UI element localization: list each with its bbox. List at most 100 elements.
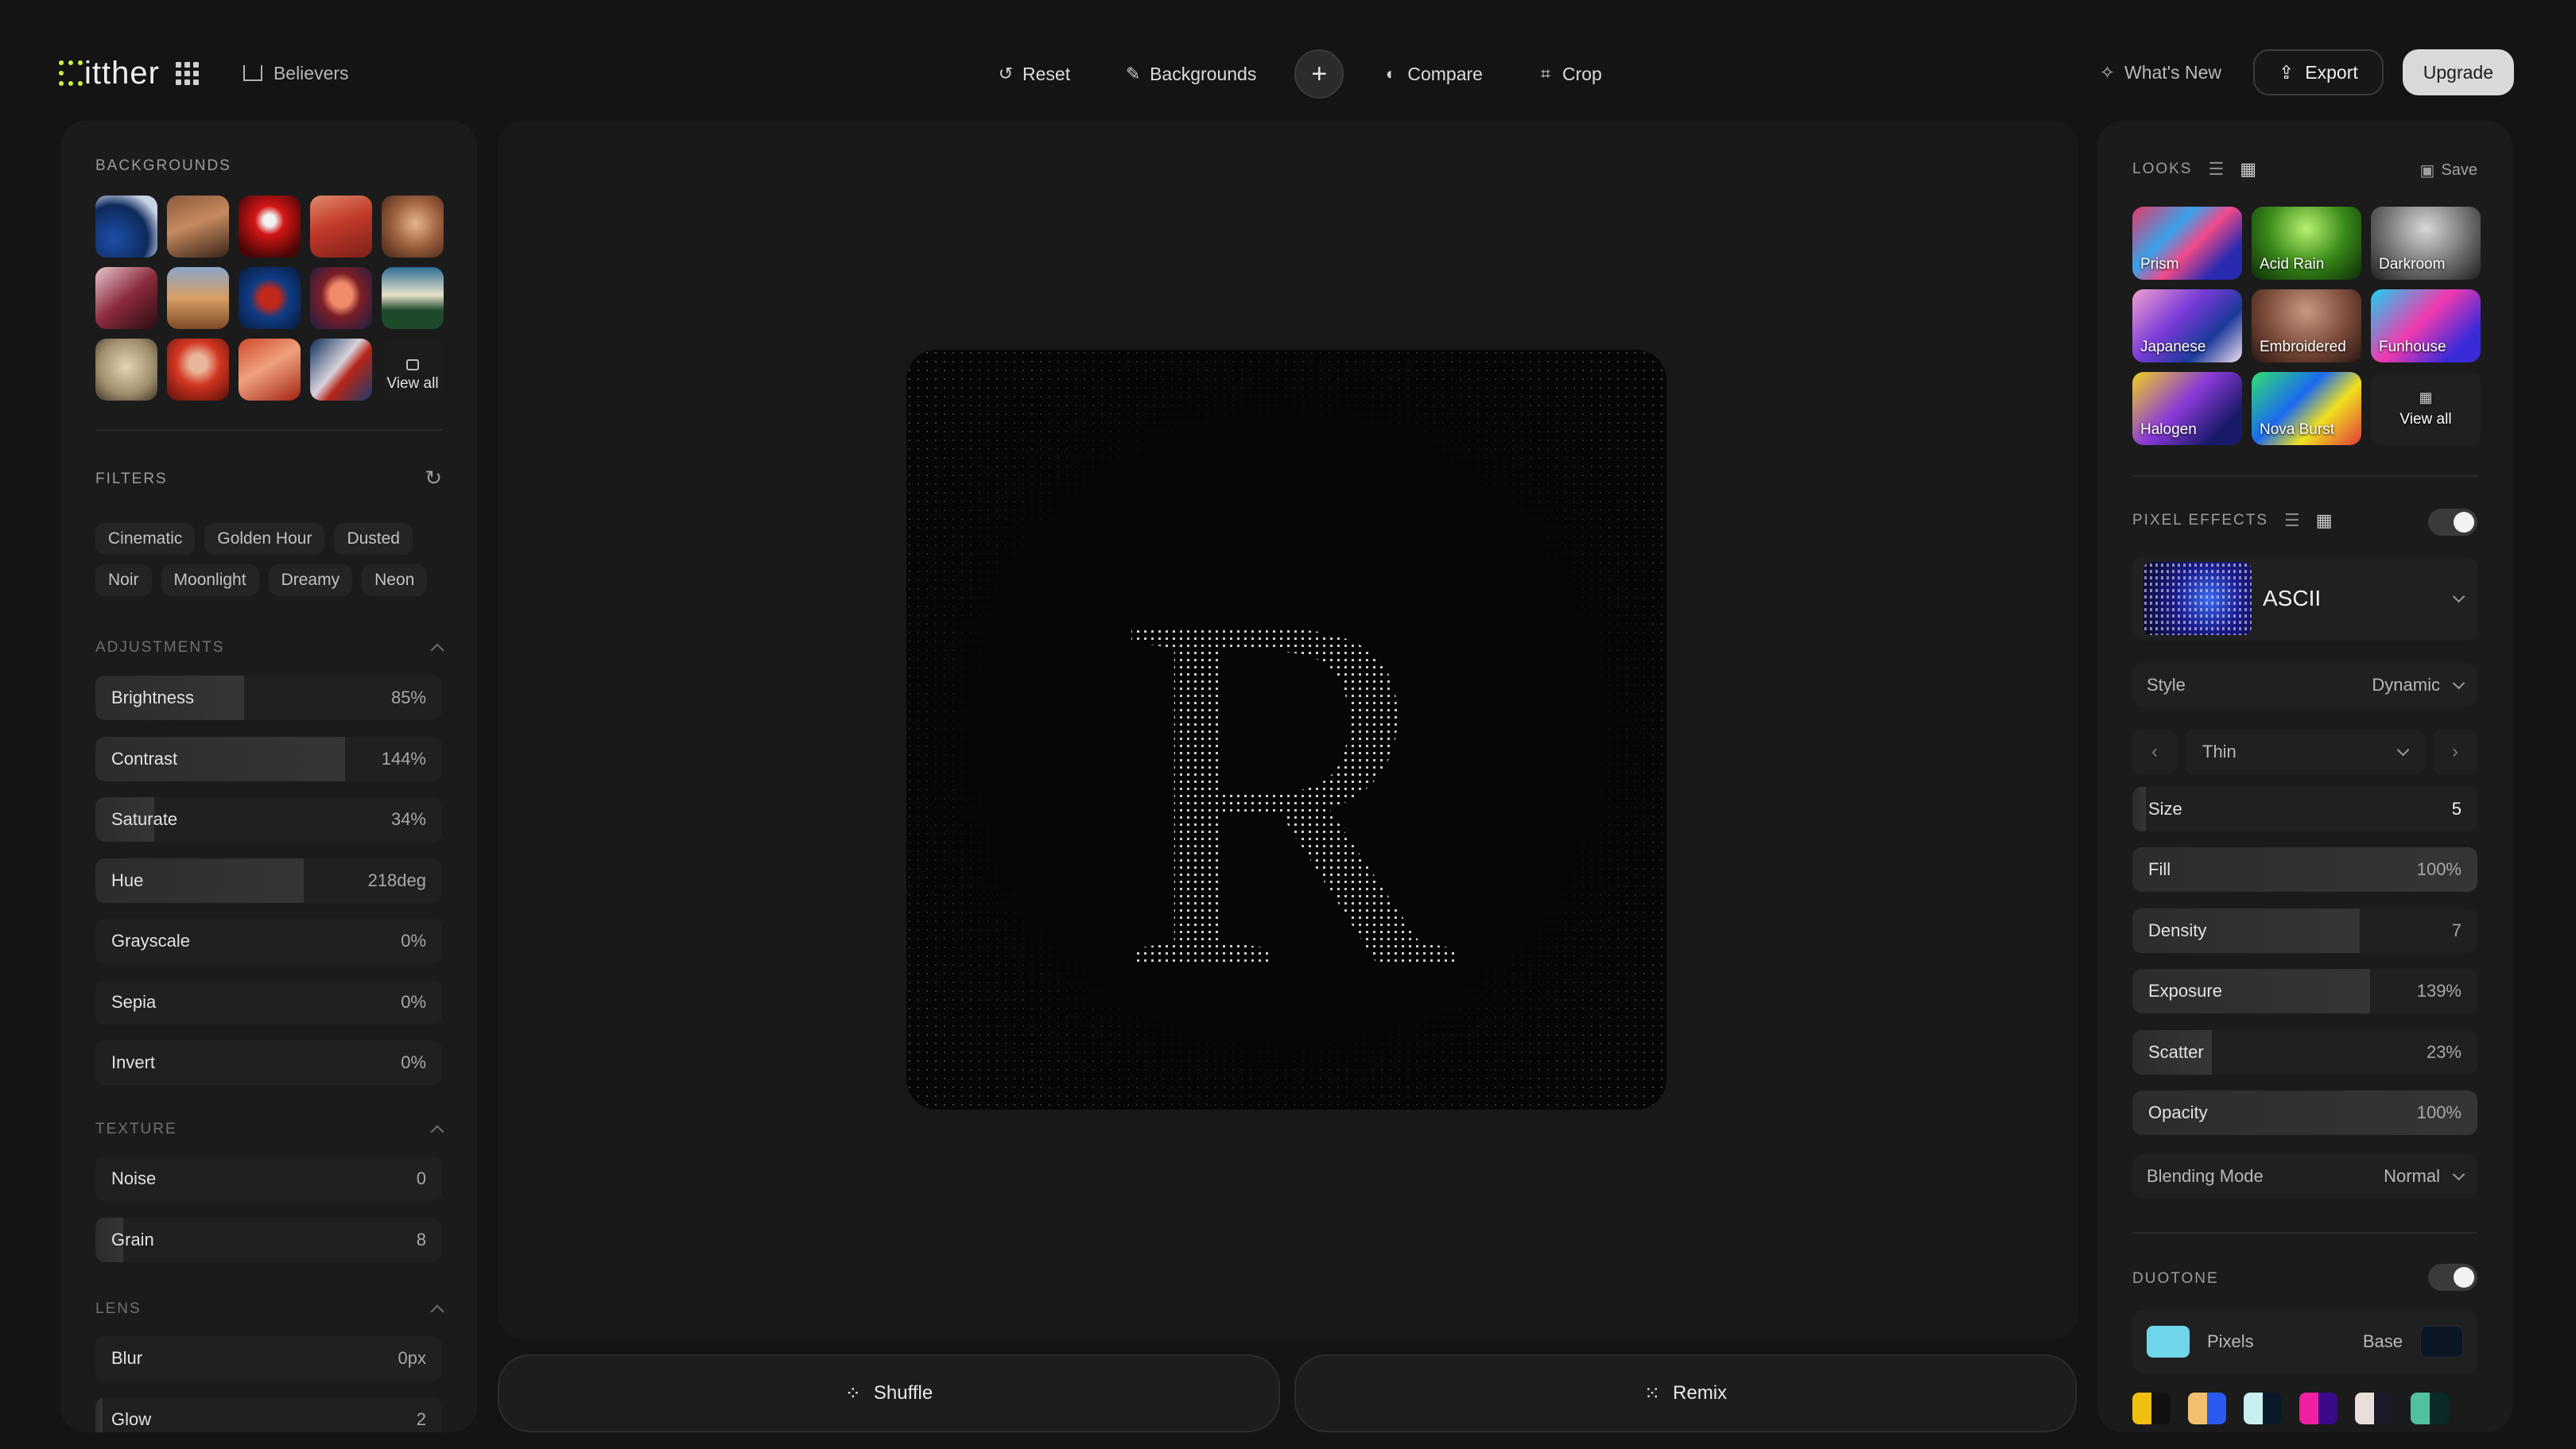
- slider-value: 0%: [401, 931, 426, 951]
- background-thumb[interactable]: [167, 196, 229, 258]
- exposure-slider[interactable]: Exposure 139%: [2132, 969, 2477, 1013]
- ascii-artwork[interactable]: R: [906, 350, 1666, 1110]
- background-thumb[interactable]: [382, 267, 444, 329]
- brightness-slider[interactable]: Brightness 85%: [95, 676, 442, 720]
- background-thumb[interactable]: [239, 267, 301, 329]
- filter-chip[interactable]: Golden Hour: [204, 523, 325, 555]
- look-card[interactable]: Acid Rain: [2252, 207, 2361, 280]
- next-weight-button[interactable]: ›: [2433, 730, 2477, 774]
- duotone-preset[interactable]: [2355, 1393, 2393, 1424]
- list-view-icon[interactable]: ☰: [2208, 159, 2224, 180]
- list-view-icon[interactable]: ☰: [2284, 510, 2300, 531]
- reset-filters-icon[interactable]: ↻: [425, 466, 442, 490]
- grain-slider[interactable]: Grain 8: [95, 1218, 442, 1262]
- chevron-up-icon: [430, 1125, 444, 1139]
- saturate-slider[interactable]: Saturate 34%: [95, 797, 442, 842]
- slider-label: Contrast: [111, 749, 178, 769]
- grid-view-icon[interactable]: ▦: [2316, 510, 2333, 531]
- background-thumb[interactable]: [95, 196, 157, 258]
- density-slider[interactable]: Density 7: [2132, 909, 2477, 953]
- base-color-swatch[interactable]: [2420, 1326, 2463, 1358]
- hue-slider[interactable]: Hue 218deg: [95, 858, 442, 903]
- compare-icon: ◐: [1385, 64, 1396, 83]
- shuffle-label: Shuffle: [873, 1382, 933, 1404]
- slider-label: Exposure: [2148, 981, 2222, 1001]
- shuffle-button[interactable]: ⁘ Shuffle: [498, 1354, 1280, 1432]
- background-thumb[interactable]: [167, 267, 229, 329]
- invert-slider[interactable]: Invert 0%: [95, 1040, 442, 1085]
- add-button[interactable]: +: [1294, 49, 1344, 99]
- background-thumb[interactable]: [310, 267, 372, 329]
- export-button[interactable]: ⇪ Export: [2253, 49, 2384, 95]
- duotone-preset[interactable]: [2244, 1393, 2282, 1424]
- slider-fill: [2132, 787, 2147, 831]
- pixel-effects-toggle[interactable]: [2428, 509, 2477, 536]
- fill-slider[interactable]: Fill 100%: [2132, 847, 2477, 892]
- look-card[interactable]: Nova Burst: [2252, 372, 2361, 445]
- background-thumb[interactable]: [382, 196, 444, 258]
- filter-chip[interactable]: Dusted: [334, 523, 413, 555]
- look-card[interactable]: Funhouse: [2371, 289, 2481, 362]
- opacity-slider[interactable]: Opacity 100%: [2132, 1091, 2477, 1135]
- duotone-preset[interactable]: [2411, 1393, 2449, 1424]
- apps-grid-icon[interactable]: [175, 61, 199, 85]
- look-card[interactable]: Embroidered: [2252, 289, 2361, 362]
- background-thumb[interactable]: [310, 196, 372, 258]
- weight-select[interactable]: Thin: [2185, 730, 2425, 774]
- shuffle-icon: ⁘: [844, 1382, 861, 1404]
- background-thumb[interactable]: [167, 339, 229, 401]
- backgrounds-button[interactable]: ✎ Backgrounds: [1097, 64, 1283, 85]
- compare-button[interactable]: ◐ Compare: [1355, 64, 1510, 85]
- duotone-preset[interactable]: [2299, 1393, 2337, 1424]
- workspace-link[interactable]: Believers: [242, 63, 349, 84]
- background-thumb[interactable]: [95, 267, 157, 329]
- whats-new-button[interactable]: ✧ What's New: [2100, 62, 2221, 83]
- look-card[interactable]: Prism: [2132, 207, 2242, 280]
- filter-chip[interactable]: Moonlight: [161, 564, 259, 596]
- texture-header[interactable]: TEXTURE: [95, 1121, 444, 1139]
- scatter-slider[interactable]: Scatter 23%: [2132, 1030, 2477, 1075]
- grayscale-slider[interactable]: Grayscale 0%: [95, 919, 442, 963]
- sepia-slider[interactable]: Sepia 0%: [95, 980, 442, 1025]
- glow-slider[interactable]: Glow 2: [95, 1397, 442, 1432]
- background-thumb[interactable]: [310, 339, 372, 401]
- lens-header[interactable]: LENS: [95, 1300, 444, 1319]
- look-card[interactable]: Japanese: [2132, 289, 2242, 362]
- pixels-color-swatch[interactable]: [2147, 1326, 2190, 1358]
- background-thumb[interactable]: [239, 196, 301, 258]
- save-look-button[interactable]: ▣ Save: [2420, 161, 2478, 180]
- look-card[interactable]: Darkroom: [2371, 207, 2481, 280]
- view-all-backgrounds-button[interactable]: View all: [382, 339, 444, 401]
- sparkle-icon: ✧: [2099, 61, 2116, 83]
- slider-value: 0px: [398, 1348, 426, 1368]
- duotone-preset[interactable]: [2132, 1393, 2171, 1424]
- size-slider[interactable]: Size 5: [2132, 787, 2477, 831]
- contrast-slider[interactable]: Contrast 144%: [95, 737, 442, 781]
- filter-chip[interactable]: Noir: [95, 564, 152, 596]
- filter-chip[interactable]: Neon: [362, 564, 428, 596]
- crop-button[interactable]: ⌗ Crop: [1510, 64, 1629, 85]
- looks-header: LOOKS ☰ ▦: [2132, 159, 2256, 180]
- background-thumb[interactable]: [239, 339, 301, 401]
- slider-label: Sepia: [111, 992, 157, 1012]
- blending-mode-select[interactable]: Blending Mode Normal: [2132, 1154, 2477, 1199]
- upgrade-button[interactable]: Upgrade: [2402, 49, 2514, 95]
- view-all-looks-button[interactable]: ▦ View all: [2371, 372, 2481, 445]
- remix-button[interactable]: ⁙ Remix: [1294, 1354, 2077, 1432]
- style-select[interactable]: Style Dynamic: [2132, 663, 2477, 707]
- effect-selector[interactable]: ASCII: [2132, 556, 2477, 641]
- grid-view-icon[interactable]: ▦: [2240, 159, 2256, 180]
- filter-chip[interactable]: Dreamy: [268, 564, 353, 596]
- previous-weight-button[interactable]: ‹: [2132, 730, 2177, 774]
- pixel-effects-title: PIXEL EFFECTS: [2132, 512, 2268, 529]
- look-card[interactable]: Halogen: [2132, 372, 2242, 445]
- duotone-preset[interactable]: [2188, 1393, 2226, 1424]
- duotone-toggle[interactable]: [2428, 1264, 2477, 1291]
- noise-slider[interactable]: Noise 0: [95, 1156, 442, 1201]
- adjustments-header[interactable]: ADJUSTMENTS: [95, 639, 444, 657]
- app-logo[interactable]: itther: [59, 56, 160, 91]
- blur-slider[interactable]: Blur 0px: [95, 1336, 442, 1381]
- reset-button[interactable]: ↺ Reset: [970, 64, 1097, 85]
- background-thumb[interactable]: [95, 339, 157, 401]
- filter-chip[interactable]: Cinematic: [95, 523, 196, 555]
